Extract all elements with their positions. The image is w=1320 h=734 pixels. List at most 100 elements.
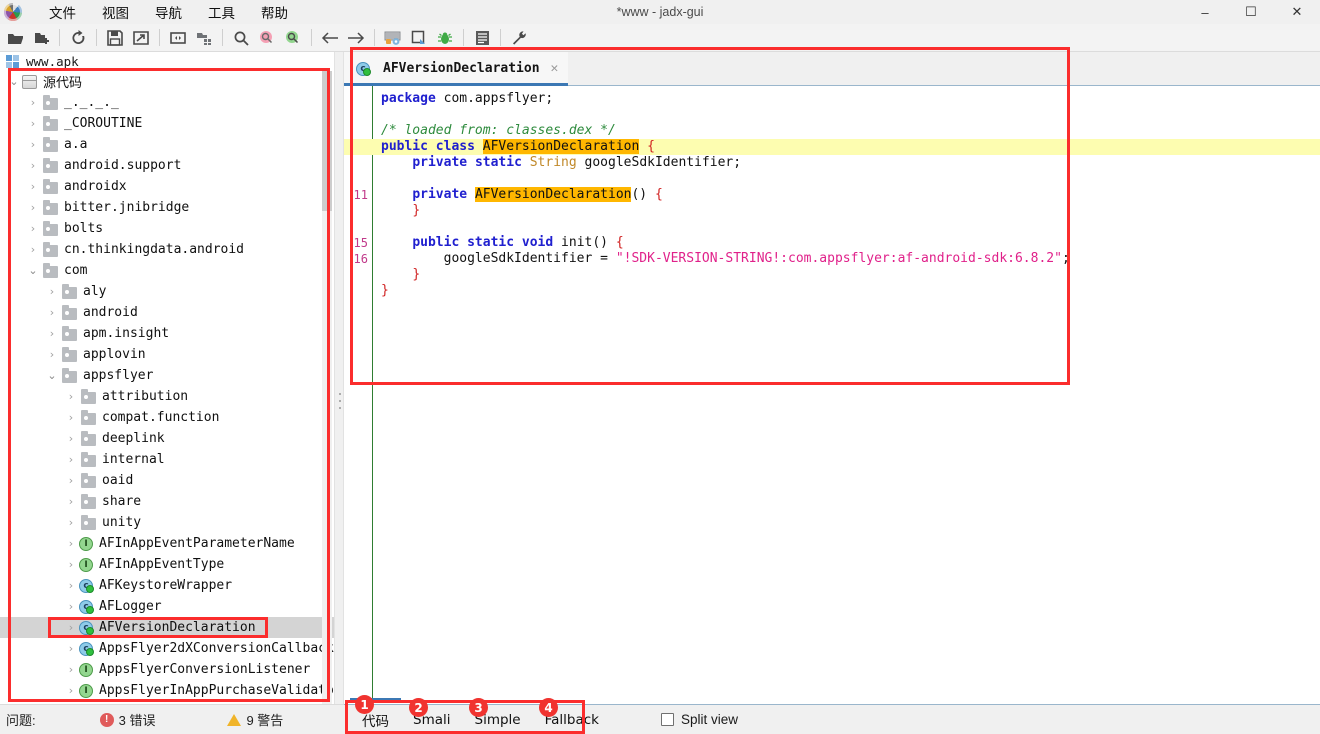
tree-node-compat-function[interactable]: ›compat.function <box>0 407 334 428</box>
open-file-icon[interactable] <box>2 26 28 50</box>
tree-node--[interactable]: ›_._._._ <box>0 92 334 113</box>
forward-icon[interactable] <box>343 26 369 50</box>
tree-node-afinappeventtype[interactable]: ›IAFInAppEventType <box>0 554 334 575</box>
log-viewer-icon[interactable] <box>469 26 495 50</box>
chevron-right-icon[interactable]: › <box>63 537 79 550</box>
back-icon[interactable] <box>317 26 343 50</box>
menu-tools[interactable]: 工具 <box>195 0 248 25</box>
chevron-right-icon[interactable]: › <box>63 621 79 634</box>
chevron-right-icon[interactable]: › <box>63 453 79 466</box>
chevron-right-icon[interactable]: › <box>25 222 41 235</box>
chevron-right-icon[interactable]: › <box>63 642 79 655</box>
code-line[interactable]: public static void init() { <box>373 235 1320 251</box>
add-files-icon[interactable] <box>28 26 54 50</box>
chevron-right-icon[interactable]: › <box>63 579 79 592</box>
chevron-right-icon[interactable]: › <box>63 411 79 424</box>
code-line[interactable] <box>373 171 1320 187</box>
search-class-icon[interactable] <box>254 26 280 50</box>
tree-node-cn-thinkingdata-android[interactable]: ›cn.thinkingdata.android <box>0 239 334 260</box>
code-line[interactable]: } <box>373 203 1320 219</box>
tree-node-bitter-jnibridge[interactable]: ›bitter.jnibridge <box>0 197 334 218</box>
tree-node-appsflyerconversionlistener[interactable]: ›IAppsFlyerConversionListener <box>0 659 334 680</box>
minimize-icon[interactable]: – <box>1182 0 1228 24</box>
sync-tree-icon[interactable] <box>165 26 191 50</box>
chevron-down-icon[interactable]: ⌄ <box>6 75 22 88</box>
deobfuscation-icon[interactable] <box>380 26 406 50</box>
chevron-right-icon[interactable]: › <box>25 138 41 151</box>
tree-node-androidx[interactable]: ›androidx <box>0 176 334 197</box>
code-line[interactable]: } <box>373 283 1320 299</box>
tab-close-icon[interactable]: ✕ <box>551 61 559 76</box>
maximize-icon[interactable]: ☐ <box>1228 0 1274 24</box>
chevron-right-icon[interactable]: › <box>63 432 79 445</box>
tree-node-aly[interactable]: ›aly <box>0 281 334 302</box>
tree-node-aflogger[interactable]: ›cAFLogger <box>0 596 334 617</box>
tree-node--[interactable]: ⌄源代码 <box>0 71 334 92</box>
chevron-right-icon[interactable]: › <box>63 558 79 571</box>
error-status[interactable]: ! 3 错误 <box>100 710 156 729</box>
tree-node-bolts[interactable]: ›bolts <box>0 218 334 239</box>
tree-node-android-support[interactable]: ›android.support <box>0 155 334 176</box>
tree-node-android[interactable]: ›android <box>0 302 334 323</box>
chevron-right-icon[interactable]: › <box>25 117 41 130</box>
reload-icon[interactable] <box>65 26 91 50</box>
chevron-right-icon[interactable]: › <box>25 201 41 214</box>
chevron-right-icon[interactable]: › <box>44 285 60 298</box>
chevron-right-icon[interactable]: › <box>44 348 60 361</box>
export-gradle-icon[interactable] <box>128 26 154 50</box>
chevron-right-icon[interactable]: › <box>63 390 79 403</box>
code-area[interactable]: 10111516 package com.appsflyer; /* loade… <box>344 86 1320 704</box>
tree-node-afkeystorewrapper[interactable]: ›cAFKeystoreWrapper <box>0 575 334 596</box>
code-line[interactable]: googleSdkIdentifier = "!SDK-VERSION-STRI… <box>373 251 1320 267</box>
tree-node-deeplink[interactable]: ›deeplink <box>0 428 334 449</box>
chevron-right-icon[interactable]: › <box>63 495 79 508</box>
code-line[interactable]: private static String googleSdkIdentifie… <box>373 155 1320 171</box>
menu-navigation[interactable]: 导航 <box>142 0 195 25</box>
code-line[interactable]: } <box>373 267 1320 283</box>
code-line[interactable]: private AFVersionDeclaration() { <box>373 187 1320 203</box>
chevron-right-icon[interactable]: › <box>63 600 79 613</box>
tree-node-share[interactable]: ›share <box>0 491 334 512</box>
menu-help[interactable]: 帮助 <box>248 0 301 25</box>
chevron-down-icon[interactable]: ⌄ <box>25 264 41 277</box>
search-icon[interactable] <box>228 26 254 50</box>
flatten-packages-icon[interactable] <box>191 26 217 50</box>
tree-vertical-scrollbar[interactable] <box>322 71 332 704</box>
search-comment-icon[interactable] <box>280 26 306 50</box>
pane-splitter[interactable] <box>334 52 344 704</box>
code-line[interactable]: /* loaded from: classes.dex */ <box>373 123 1320 139</box>
chevron-right-icon[interactable]: › <box>44 327 60 340</box>
warning-status[interactable]: 9 警告 <box>227 710 283 729</box>
code-line[interactable]: public class AFVersionDeclaration { <box>344 139 1320 155</box>
chevron-down-icon[interactable]: ⌄ <box>44 369 60 382</box>
save-all-icon[interactable] <box>102 26 128 50</box>
chevron-right-icon[interactable]: › <box>63 663 79 676</box>
tree-node--coroutine[interactable]: ›_COROUTINE <box>0 113 334 134</box>
chevron-right-icon[interactable]: › <box>44 306 60 319</box>
tree-node-appsflyer[interactable]: ⌄appsflyer <box>0 365 334 386</box>
menu-file[interactable]: 文件 <box>36 0 89 25</box>
tree-node-applovin[interactable]: ›applovin <box>0 344 334 365</box>
chevron-right-icon[interactable]: › <box>63 474 79 487</box>
tree-root-row[interactable]: www.apk <box>0 52 334 71</box>
tree-node-oaid[interactable]: ›oaid <box>0 470 334 491</box>
tree-node-unity[interactable]: ›unity <box>0 512 334 533</box>
tree-node-attribution[interactable]: ›attribution <box>0 386 334 407</box>
split-view-control[interactable]: Split view <box>661 712 738 727</box>
tree-node-appsflyer2dxconversioncallback[interactable]: ›cAppsFlyer2dXConversionCallback <box>0 638 334 659</box>
code-content[interactable]: package com.appsflyer; /* loaded from: c… <box>373 86 1320 704</box>
tree-node-afinappeventparametername[interactable]: ›IAFInAppEventParameterName <box>0 533 334 554</box>
tree-node-a-a[interactable]: ›a.a <box>0 134 334 155</box>
tree-node-internal[interactable]: ›internal <box>0 449 334 470</box>
preferences-icon[interactable] <box>506 26 532 50</box>
debugger-icon[interactable] <box>432 26 458 50</box>
chevron-right-icon[interactable]: › <box>25 96 41 109</box>
tree-node-apm-insight[interactable]: ›apm.insight <box>0 323 334 344</box>
tree-node-com[interactable]: ⌄com <box>0 260 334 281</box>
menu-view[interactable]: 视图 <box>89 0 142 25</box>
chevron-right-icon[interactable]: › <box>63 684 79 697</box>
close-icon[interactable]: ✕ <box>1274 0 1320 24</box>
chevron-right-icon[interactable]: › <box>63 516 79 529</box>
code-line[interactable]: package com.appsflyer; <box>373 91 1320 107</box>
tree-scroll-thumb[interactable] <box>322 71 332 211</box>
